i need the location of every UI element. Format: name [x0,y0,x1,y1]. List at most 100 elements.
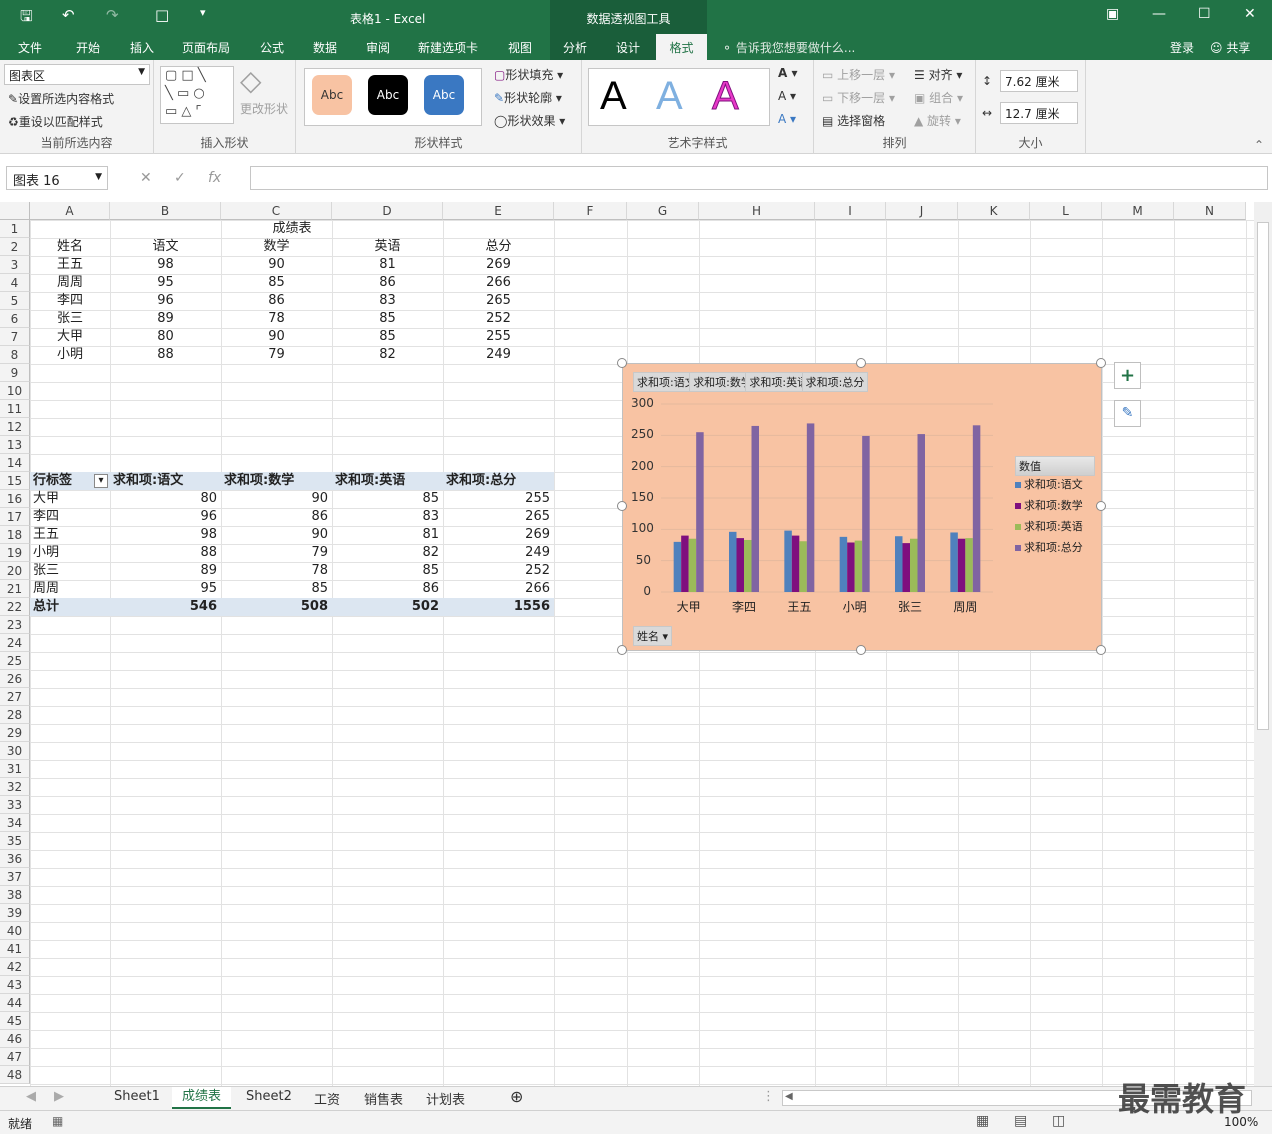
cell[interactable]: 85 [332,562,443,580]
cell[interactable]: 总分 [443,238,554,256]
cell[interactable]: 266 [443,274,554,292]
bar[interactable] [917,434,926,592]
row-header[interactable]: 16 [0,490,30,508]
cell[interactable]: 总计 [30,598,110,616]
wordart-style-blue[interactable]: A [656,74,683,119]
text-outline-icon[interactable]: A ▾ [778,89,796,103]
row-header[interactable]: 7 [0,328,30,346]
row-header[interactable]: 4 [0,274,30,292]
cell[interactable]: 大甲 [30,490,110,508]
row-header[interactable]: 43 [0,976,30,994]
sheet-tab[interactable]: Sheet1 [114,1089,160,1104]
collapse-ribbon-icon[interactable]: ⌃ [1254,138,1264,152]
cell[interactable]: 小明 [30,544,110,562]
row-header[interactable]: 6 [0,310,30,328]
cell[interactable]: 85 [221,580,332,598]
tab-design[interactable]: 设计 [616,39,640,56]
row-header[interactable]: 25 [0,652,30,670]
row-header[interactable]: 40 [0,922,30,940]
cell[interactable]: 姓名 [30,238,110,256]
tell-me-box[interactable]: ⚬ 告诉我您想要做什么... [722,39,855,56]
row-header[interactable]: 18 [0,526,30,544]
close-icon[interactable]: ✕ [1244,6,1256,22]
cell[interactable]: 269 [443,526,554,544]
column-header-M[interactable]: M [1102,202,1174,220]
axis-field-button[interactable]: 姓名 ▾ [633,626,673,646]
bar[interactable] [791,535,800,592]
cell[interactable]: 81 [332,526,443,544]
sheet-tab-active[interactable]: 成绩表 [172,1087,232,1109]
column-header-L[interactable]: L [1030,202,1102,220]
resize-handle[interactable] [1096,358,1106,368]
enter-icon[interactable]: ✓ [174,170,186,186]
legend-entry[interactable]: 求和项:总分 [1015,539,1083,555]
bar[interactable] [902,543,911,592]
chart-element-select[interactable]: 图表区 ▼ [4,64,150,85]
cell[interactable]: 李四 [30,292,110,310]
cell[interactable]: 英语 [332,238,443,256]
text-fill-icon[interactable]: A ▾ [778,66,798,80]
row-header[interactable]: 11 [0,400,30,418]
cell[interactable]: 小明 [30,346,110,364]
column-header-H[interactable]: H [699,202,815,220]
cell[interactable]: 95 [110,580,221,598]
cell[interactable]: 86 [221,292,332,310]
customize-qat-icon[interactable]: ▾ [200,6,206,19]
bar[interactable] [839,536,848,592]
text-effects-icon[interactable]: A ▾ [778,112,796,126]
row-header[interactable]: 45 [0,1012,30,1030]
cell[interactable]: 269 [443,256,554,274]
sheet-tab[interactable]: 计划表 [426,1089,465,1108]
tab-insert[interactable]: 插入 [130,39,154,56]
cell[interactable]: 88 [110,544,221,562]
scroll-left-icon[interactable]: ◀ [785,1091,793,1102]
tab-file[interactable]: 文件 [18,39,42,56]
shape-style-preset[interactable]: Abc [424,75,464,115]
bar[interactable] [799,541,807,592]
cell[interactable]: 90 [221,490,332,508]
row-header[interactable]: 1 [0,220,30,238]
row-header[interactable]: 2 [0,238,30,256]
row-header[interactable]: 35 [0,832,30,850]
row-header[interactable]: 46 [0,1030,30,1048]
row-header[interactable]: 26 [0,670,30,688]
row-header[interactable]: 23 [0,616,30,634]
sheet-tab[interactable]: Sheet2 [246,1089,292,1104]
row-header[interactable]: 32 [0,778,30,796]
row-header[interactable]: 21 [0,580,30,598]
cell[interactable]: 98 [110,256,221,274]
row-header[interactable]: 47 [0,1048,30,1066]
cell[interactable]: 90 [221,256,332,274]
row-header[interactable]: 48 [0,1066,30,1084]
cell[interactable]: 82 [332,346,443,364]
bar[interactable] [950,532,958,592]
cell[interactable]: 85 [332,310,443,328]
row-header[interactable]: 39 [0,904,30,922]
vertical-scroll-thumb[interactable] [1257,222,1269,730]
column-header-C[interactable]: C [221,202,332,220]
column-header-N[interactable]: N [1174,202,1246,220]
row-header[interactable]: 15 [0,472,30,490]
wordart-style-black[interactable]: A [600,74,627,119]
cell[interactable]: 82 [332,544,443,562]
cell[interactable]: 252 [443,310,554,328]
send-backward-button[interactable]: ▭ 下移一层 ▾ [822,89,895,106]
cell[interactable]: 88 [110,346,221,364]
column-header-B[interactable]: B [110,202,221,220]
bar[interactable] [895,536,903,592]
cell[interactable]: 255 [443,328,554,346]
cell[interactable]: 78 [221,310,332,328]
legend-entry[interactable]: 求和项:语文 [1015,476,1083,492]
normal-view-icon[interactable]: ▦ [976,1113,989,1129]
cell[interactable]: 86 [332,580,443,598]
shape-fill-button[interactable]: ▢形状填充 ▾ [494,66,563,83]
bar[interactable] [784,530,792,592]
row-header[interactable]: 10 [0,382,30,400]
row-header[interactable]: 19 [0,544,30,562]
bar[interactable] [688,538,697,592]
legend-entry[interactable]: 求和项:英语 [1015,518,1083,534]
sheet-tab[interactable]: 销售表 [364,1089,403,1108]
row-header[interactable]: 14 [0,454,30,472]
bar[interactable] [957,538,966,592]
cell[interactable]: 张三 [30,310,110,328]
